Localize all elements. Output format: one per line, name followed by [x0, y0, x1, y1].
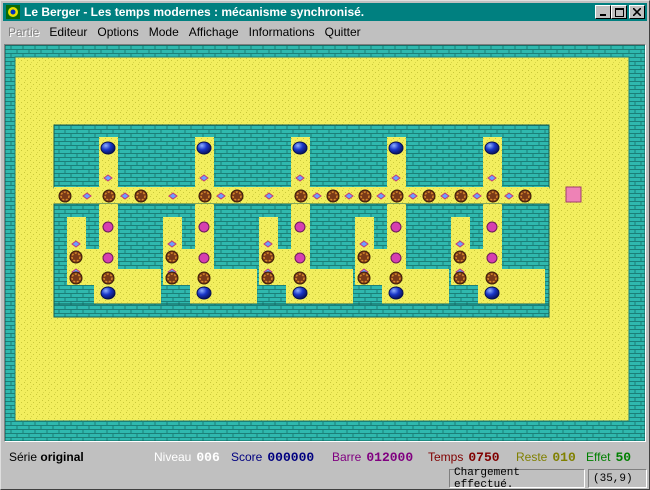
effet-display: Effet 50	[586, 450, 631, 465]
menu-quitter[interactable]: Quitter	[320, 25, 366, 39]
niveau-display: Niveau 006	[154, 450, 220, 465]
effet-label: Effet	[586, 449, 611, 464]
blue-ball	[100, 286, 116, 300]
temps-value: 0750	[468, 449, 500, 465]
magenta-dot	[198, 221, 210, 233]
reste-value: 010	[552, 449, 576, 465]
magenta-dot	[102, 221, 114, 233]
app-icon[interactable]	[5, 4, 21, 20]
blue-ball	[100, 141, 116, 155]
magenta-dot	[198, 252, 210, 264]
magenta-dot	[102, 252, 114, 264]
blue-ball	[484, 286, 500, 300]
magenta-dot	[390, 252, 402, 264]
lower-slot-right	[341, 269, 353, 305]
menu-partie[interactable]: Partie	[3, 25, 44, 39]
status-bar: Série original Niveau 006 Score 000000 B…	[4, 447, 646, 467]
lower-slot-joint	[374, 249, 387, 285]
magenta-dot	[294, 221, 306, 233]
lower-slot-joint	[86, 249, 99, 285]
lower-slot-joint	[182, 249, 195, 285]
niveau-label: Niveau	[154, 449, 192, 464]
blue-ball	[292, 141, 308, 155]
game-board[interactable]	[4, 44, 646, 442]
reste-display: Reste 010	[516, 450, 576, 465]
blue-ball	[292, 286, 308, 300]
serie-label: Série	[9, 450, 38, 464]
score-value: 000000	[267, 449, 315, 465]
maximize-button[interactable]	[611, 5, 627, 19]
lower-slot-joint	[278, 249, 291, 285]
score-label: Score	[231, 449, 263, 464]
blue-ball	[196, 141, 212, 155]
game-board-canvas[interactable]	[5, 45, 645, 441]
niveau-value: 006	[196, 449, 220, 465]
barre-label: Barre	[332, 449, 362, 464]
status-message: Chargement effectué.	[449, 467, 585, 490]
menu-mode[interactable]: Mode	[144, 25, 184, 39]
blue-ball	[484, 141, 500, 155]
lower-slot-right	[437, 269, 449, 305]
serie-display: Série original	[9, 450, 84, 464]
menu-editeur[interactable]: Editeur	[44, 25, 92, 39]
barre-value: 012000	[366, 449, 414, 465]
serie-value: original	[40, 450, 84, 464]
menu-informations[interactable]: Informations	[244, 25, 320, 39]
barre-display: Barre 012000	[332, 450, 413, 465]
effet-value: 50	[615, 449, 632, 465]
game-window: Le Berger - Les temps modernes : mécanis…	[0, 0, 650, 490]
lower-wall-bottom	[53, 303, 550, 318]
score-display: Score 000000	[231, 450, 314, 465]
menu-bar: Partie Editeur Options Mode Affichage In…	[3, 22, 647, 42]
target-square	[565, 186, 582, 203]
temps-label: Temps	[428, 449, 464, 464]
lower-slot-joint	[470, 249, 483, 285]
lower-slot-right	[245, 269, 257, 305]
blue-ball	[388, 141, 404, 155]
magenta-dot	[294, 252, 306, 264]
lower-slot-right	[533, 269, 545, 305]
title-bar[interactable]: Le Berger - Les temps modernes : mécanis…	[3, 3, 647, 21]
temps-display: Temps 0750	[428, 450, 500, 465]
minimize-button[interactable]	[595, 5, 611, 19]
window-title: Le Berger - Les temps modernes : mécanis…	[24, 5, 365, 19]
lower-slot-right	[149, 269, 161, 305]
magenta-dot	[486, 221, 498, 233]
magenta-dot	[486, 252, 498, 264]
cursor-coordinates: (35,9)	[588, 469, 647, 488]
magenta-dot	[390, 221, 402, 233]
blue-ball	[388, 286, 404, 300]
close-button[interactable]	[629, 5, 645, 19]
reste-label: Reste	[516, 449, 548, 464]
menu-options[interactable]: Options	[92, 25, 143, 39]
menu-affichage[interactable]: Affichage	[184, 25, 244, 39]
blue-ball	[196, 286, 212, 300]
board-layer	[5, 45, 645, 441]
